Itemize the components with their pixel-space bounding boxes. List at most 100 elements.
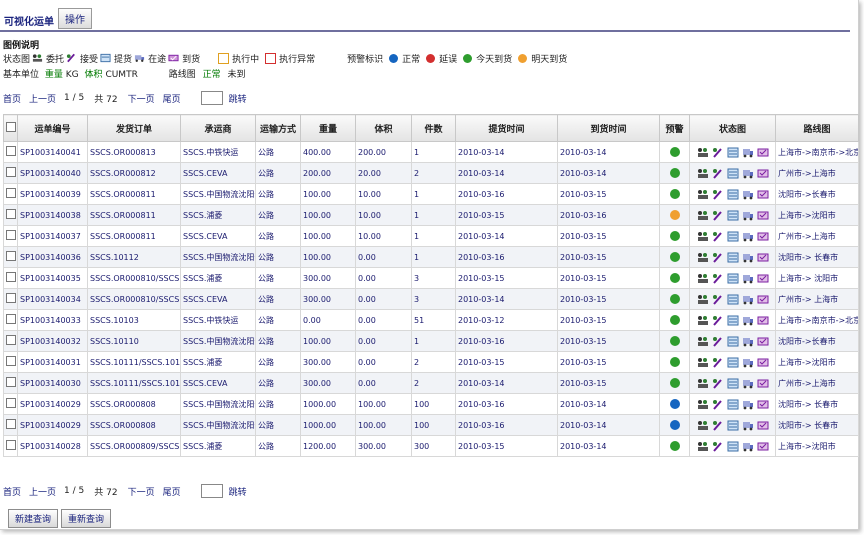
row-select-cell[interactable] [3,225,18,247]
row-checkbox[interactable] [6,188,16,198]
select-all-checkbox[interactable] [5,121,16,132]
row-select-cell[interactable] [3,351,18,373]
row-checkbox[interactable] [6,251,16,261]
table-row[interactable]: SP1003140036SSCS.10112SSCS.中国物流沈阳分公司公路10… [3,246,859,268]
cell-waybill-no[interactable]: SP1003140029 [17,414,88,436]
row-checkbox[interactable] [6,230,16,240]
col-volume[interactable]: 体积 [355,114,412,142]
row-checkbox[interactable] [6,356,16,366]
table-row[interactable]: SP1003140038 SSCS.OR000811 SSCS.浦菱 公路 100.00… [3,204,859,226]
row-checkbox[interactable] [6,440,16,450]
row-checkbox[interactable] [6,272,16,282]
col-weight[interactable]: 重量 [300,114,356,142]
pager-jump[interactable]: 跳转 [229,92,247,105]
table-row[interactable]: SP1003140041 SSCS.OR000813 SSCS.中铁快运 公路 400.… [3,141,859,163]
cell-waybill-no[interactable]: SP1003140034 [17,288,88,310]
row-select-cell[interactable] [3,162,18,184]
table-row[interactable]: SP1003140035SSCS.OR000810/SSCS.10112SSCS… [3,267,859,289]
select-all-cell[interactable] [3,114,18,142]
cell-route[interactable]: 沈阳市-> 长春市 [775,393,859,415]
row-select-cell[interactable] [3,330,18,352]
cell-waybill-no[interactable]: SP1003140030 [17,372,88,394]
cell-waybill-no[interactable]: SP1003140033 [17,309,88,331]
col-order[interactable]: 发货订单 [87,114,181,142]
col-mode[interactable]: 运输方式 [255,114,301,142]
pager-prev[interactable]: 上一页 [29,92,56,105]
pager-jump[interactable]: 跳转 [229,485,247,498]
new-query-button[interactable]: 新建查询 [8,509,59,528]
row-checkbox[interactable] [6,293,16,303]
row-select-cell[interactable] [3,141,18,163]
cell-route[interactable]: 沈阳市->长春市 [775,183,859,205]
row-select-cell[interactable] [3,246,18,268]
cell-route[interactable]: 上海市->沈阳市 [775,351,859,373]
table-row[interactable]: SP1003140028SSCS.OR000809/SSCS.OR000808S… [3,435,859,457]
row-checkbox[interactable] [6,146,16,156]
row-select-cell[interactable] [3,204,18,226]
cell-route[interactable]: 上海市->沈阳市 [775,204,859,226]
row-checkbox[interactable] [6,209,16,219]
pager-prev[interactable]: 上一页 [29,485,56,498]
table-row[interactable]: SP1003140032SSCS.10110SSCS.中国物流沈阳分公司公路10… [3,330,859,352]
pager-first[interactable]: 首页 [3,485,21,498]
table-row[interactable]: SP1003140040 SSCS.OR000812 SSCS.CEVA 公路 200.… [3,162,859,184]
cell-waybill-no[interactable]: SP1003140040 [17,162,88,184]
cell-route[interactable]: 上海市->南京市->北京市 [775,309,859,331]
cell-route[interactable]: 广州市->上海市 [775,162,859,184]
row-select-cell[interactable] [3,288,18,310]
table-row[interactable]: SP1003140039SSCS.OR000811SSCS.中国物流沈阳分公司公… [3,183,859,205]
table-row[interactable]: SP1003140031 SSCS.10111/SSCS.10110 SSCS.浦菱… [3,351,859,373]
row-select-cell[interactable] [3,267,18,289]
cell-waybill-no[interactable]: SP1003140028 [17,435,88,457]
col-carrier[interactable]: 承运商 [180,114,256,142]
row-select-cell[interactable] [3,372,18,394]
col-pickup-time[interactable]: 提货时间 [455,114,558,142]
row-select-cell[interactable] [3,183,18,205]
operation-button[interactable]: 操作 [58,8,92,29]
table-row[interactable]: SP1003140029SSCS.OR000808SSCS.中国物流沈阳分公司公… [3,414,859,436]
cell-waybill-no[interactable]: SP1003140041 [17,141,88,163]
row-checkbox[interactable] [6,377,16,387]
cell-waybill-no[interactable]: SP1003140036 [17,246,88,268]
cell-route[interactable]: 沈阳市-> 长春市 [775,246,859,268]
row-checkbox[interactable] [6,314,16,324]
table-row[interactable]: SP1003140033 SSCS.10103 SSCS.中铁快运 公路 0.00 0.0… [3,309,859,331]
pager-last[interactable]: 尾页 [163,92,181,105]
row-select-cell[interactable] [3,414,18,436]
table-row[interactable]: SP1003140034SSCS.OR000810/SSCS.10112SSCS… [3,288,859,310]
page-jump-input[interactable] [200,91,223,105]
col-warning[interactable]: 预警 [659,114,690,142]
table-row[interactable]: SP1003140030 SSCS.10111/SSCS.10110 SSCS.CE… [3,372,859,394]
cell-waybill-no[interactable]: SP1003140032 [17,330,88,352]
cell-waybill-no[interactable]: SP1003140031 [17,351,88,373]
cell-route[interactable]: 沈阳市-> 长春市 [775,414,859,436]
row-checkbox[interactable] [6,335,16,345]
re-query-button[interactable]: 重新查询 [61,509,112,528]
pager-last[interactable]: 尾页 [163,485,181,498]
col-status[interactable]: 状态图 [689,114,776,142]
cell-route[interactable]: 上海市->沈阳市 [775,435,859,457]
cell-waybill-no[interactable]: SP1003140037 [17,225,88,247]
pager-first[interactable]: 首页 [3,92,21,105]
cell-route[interactable]: 沈阳市->长春市 [775,330,859,352]
row-select-cell[interactable] [3,309,18,331]
table-row[interactable]: SP1003140037 SSCS.OR000811 SSCS.CEVA 公路 100.… [3,225,859,247]
row-checkbox[interactable] [6,398,16,408]
cell-route[interactable]: 广州市->上海市 [775,225,859,247]
row-checkbox[interactable] [6,167,16,177]
row-select-cell[interactable] [3,435,18,457]
row-select-cell[interactable] [3,393,18,415]
cell-route[interactable]: 上海市-> 沈阳市 [775,267,859,289]
cell-route[interactable]: 广州市->上海市 [775,372,859,394]
col-arrival-time[interactable]: 到货时间 [557,114,660,142]
cell-waybill-no[interactable]: SP1003140029 [17,393,88,415]
cell-waybill-no[interactable]: SP1003140039 [17,183,88,205]
cell-route[interactable]: 上海市->南京市->北京市 [775,141,859,163]
row-checkbox[interactable] [6,419,16,429]
cell-waybill-no[interactable]: SP1003140038 [17,204,88,226]
cell-route[interactable]: 广州市-> 上海市 [775,288,859,310]
col-waybill-no[interactable]: 运单编号 [17,114,88,142]
pager-next[interactable]: 下一页 [128,485,155,498]
col-route[interactable]: 路线图 [775,114,859,142]
cell-waybill-no[interactable]: SP1003140035 [17,267,88,289]
